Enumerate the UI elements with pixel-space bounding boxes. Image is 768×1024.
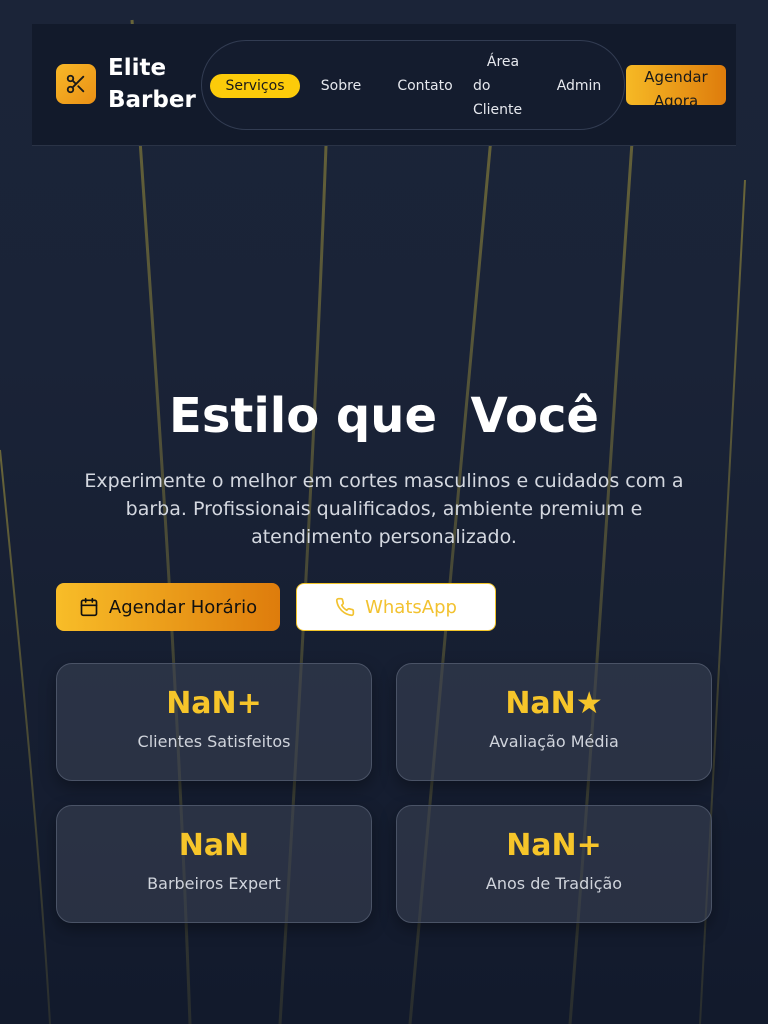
nav-item-servicos[interactable]: Serviços: [210, 74, 300, 98]
stat-value: NaN: [178, 828, 250, 863]
book-appointment-button[interactable]: Agendar Horário: [56, 583, 280, 631]
brand-line-2: Barber: [108, 87, 196, 113]
schedule-now-button[interactable]: Agendar Agora: [626, 65, 726, 110]
phone-icon: [336, 597, 355, 617]
hero-title: Estilo que Você: [169, 388, 599, 444]
nav-area-line-2: do: [473, 78, 491, 94]
schedule-now-line-1: Agendar: [644, 68, 708, 86]
stat-card: NaN+ Clientes Satisfeitos: [56, 663, 372, 781]
hero-subtitle: Experimente o melhor em cortes masculino…: [84, 470, 684, 548]
brand-name[interactable]: Elite Barber: [108, 52, 208, 116]
nav-item-contato[interactable]: Contato: [390, 74, 460, 98]
stat-label: Avaliação Média: [489, 732, 619, 751]
stat-card: NaN Barbeiros Expert: [56, 805, 372, 923]
nav-item-area-do-cliente[interactable]: Área do Cliente: [470, 50, 536, 122]
stat-label: Barbeiros Expert: [147, 874, 281, 893]
site-header: Elite Barber Serviços Sobre Contato Área…: [32, 24, 736, 146]
stat-value: NaN+: [166, 686, 262, 721]
stat-label: Anos de Tradição: [485, 874, 623, 893]
stat-card: NaN★ Avaliação Média: [396, 663, 712, 781]
nav-item-admin[interactable]: Admin: [550, 74, 608, 98]
book-appointment-label: Agendar Horário: [108, 596, 258, 618]
scissors-icon: [66, 74, 85, 94]
stat-label: Clientes Satisfeitos: [137, 732, 291, 751]
main-nav: Serviços Sobre Contato Área do Cliente A…: [201, 40, 625, 130]
brand-line-1: Elite: [108, 55, 167, 81]
stat-value: NaN+: [506, 828, 602, 863]
calendar-icon: [80, 597, 98, 617]
nav-area-line-1: Área: [486, 54, 520, 70]
nav-area-line-3: Cliente: [473, 102, 523, 118]
stat-card: NaN+ Anos de Tradição: [396, 805, 712, 923]
whatsapp-label: WhatsApp: [365, 596, 457, 618]
schedule-now-line-2: Agora: [653, 92, 699, 110]
logo[interactable]: [56, 64, 96, 104]
nav-item-sobre[interactable]: Sobre: [312, 74, 370, 98]
whatsapp-button[interactable]: WhatsApp: [296, 583, 496, 631]
stat-value: NaN★: [505, 686, 603, 721]
